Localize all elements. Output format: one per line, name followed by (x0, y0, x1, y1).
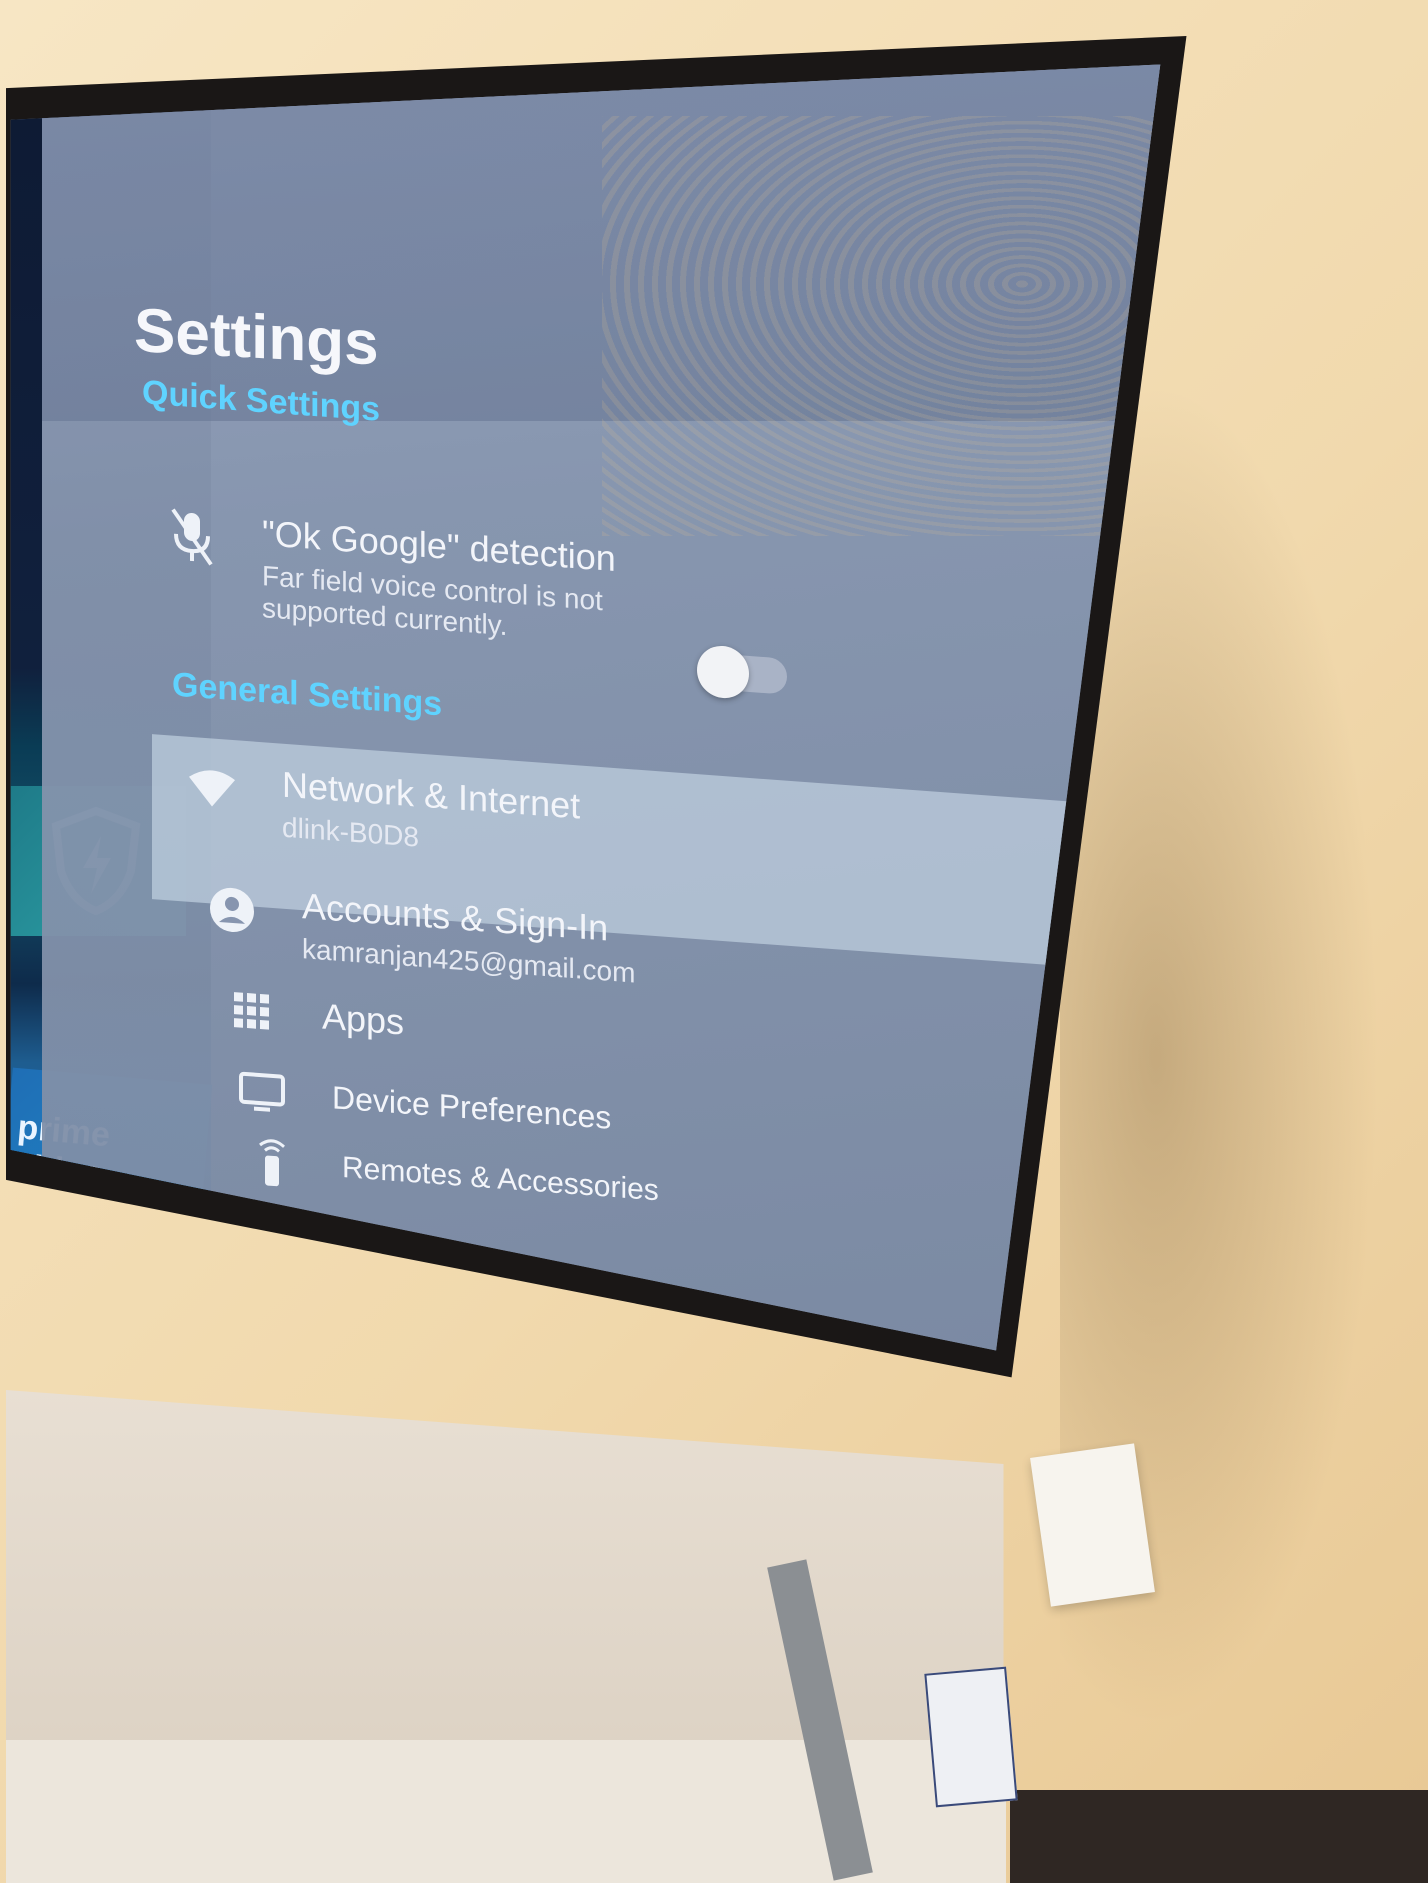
white-box (1030, 1443, 1155, 1607)
quick-settings-label: Quick Settings (142, 373, 381, 429)
toggle-knob (697, 644, 749, 700)
cmore-label: C MORE (41, 1298, 179, 1406)
carpet (1010, 1790, 1428, 1883)
ok-google-row[interactable]: "Ok Google" detection Far field voice co… (162, 505, 782, 663)
mic-off-icon (162, 505, 222, 569)
general-settings-label: General Settings (172, 665, 443, 724)
apps-grid-icon (222, 979, 282, 1043)
wifi-icon (182, 756, 242, 820)
playing-cards (924, 1666, 1018, 1808)
remotes-title: Remotes & Accessories (342, 1151, 659, 1208)
apps-title: Apps (322, 995, 405, 1043)
ok-google-toggle[interactable] (697, 644, 787, 700)
remote-icon (242, 1131, 302, 1195)
tv-screen: prime video C MORE Settings Quick Settin… (10, 64, 1161, 1406)
page-title: Settings (134, 295, 379, 379)
settings-content: Settings Quick Settings "Ok Google" dete… (42, 64, 1160, 1350)
account-icon (202, 878, 262, 942)
settings-panel: Settings Quick Settings "Ok Google" dete… (42, 64, 1161, 1351)
settings-item-apps[interactable]: Apps (222, 979, 404, 1052)
device-preferences-title: Device Preferences (332, 1078, 612, 1136)
tv-icon (232, 1060, 292, 1124)
ok-google-text: "Ok Google" detection Far field voice co… (262, 512, 682, 655)
